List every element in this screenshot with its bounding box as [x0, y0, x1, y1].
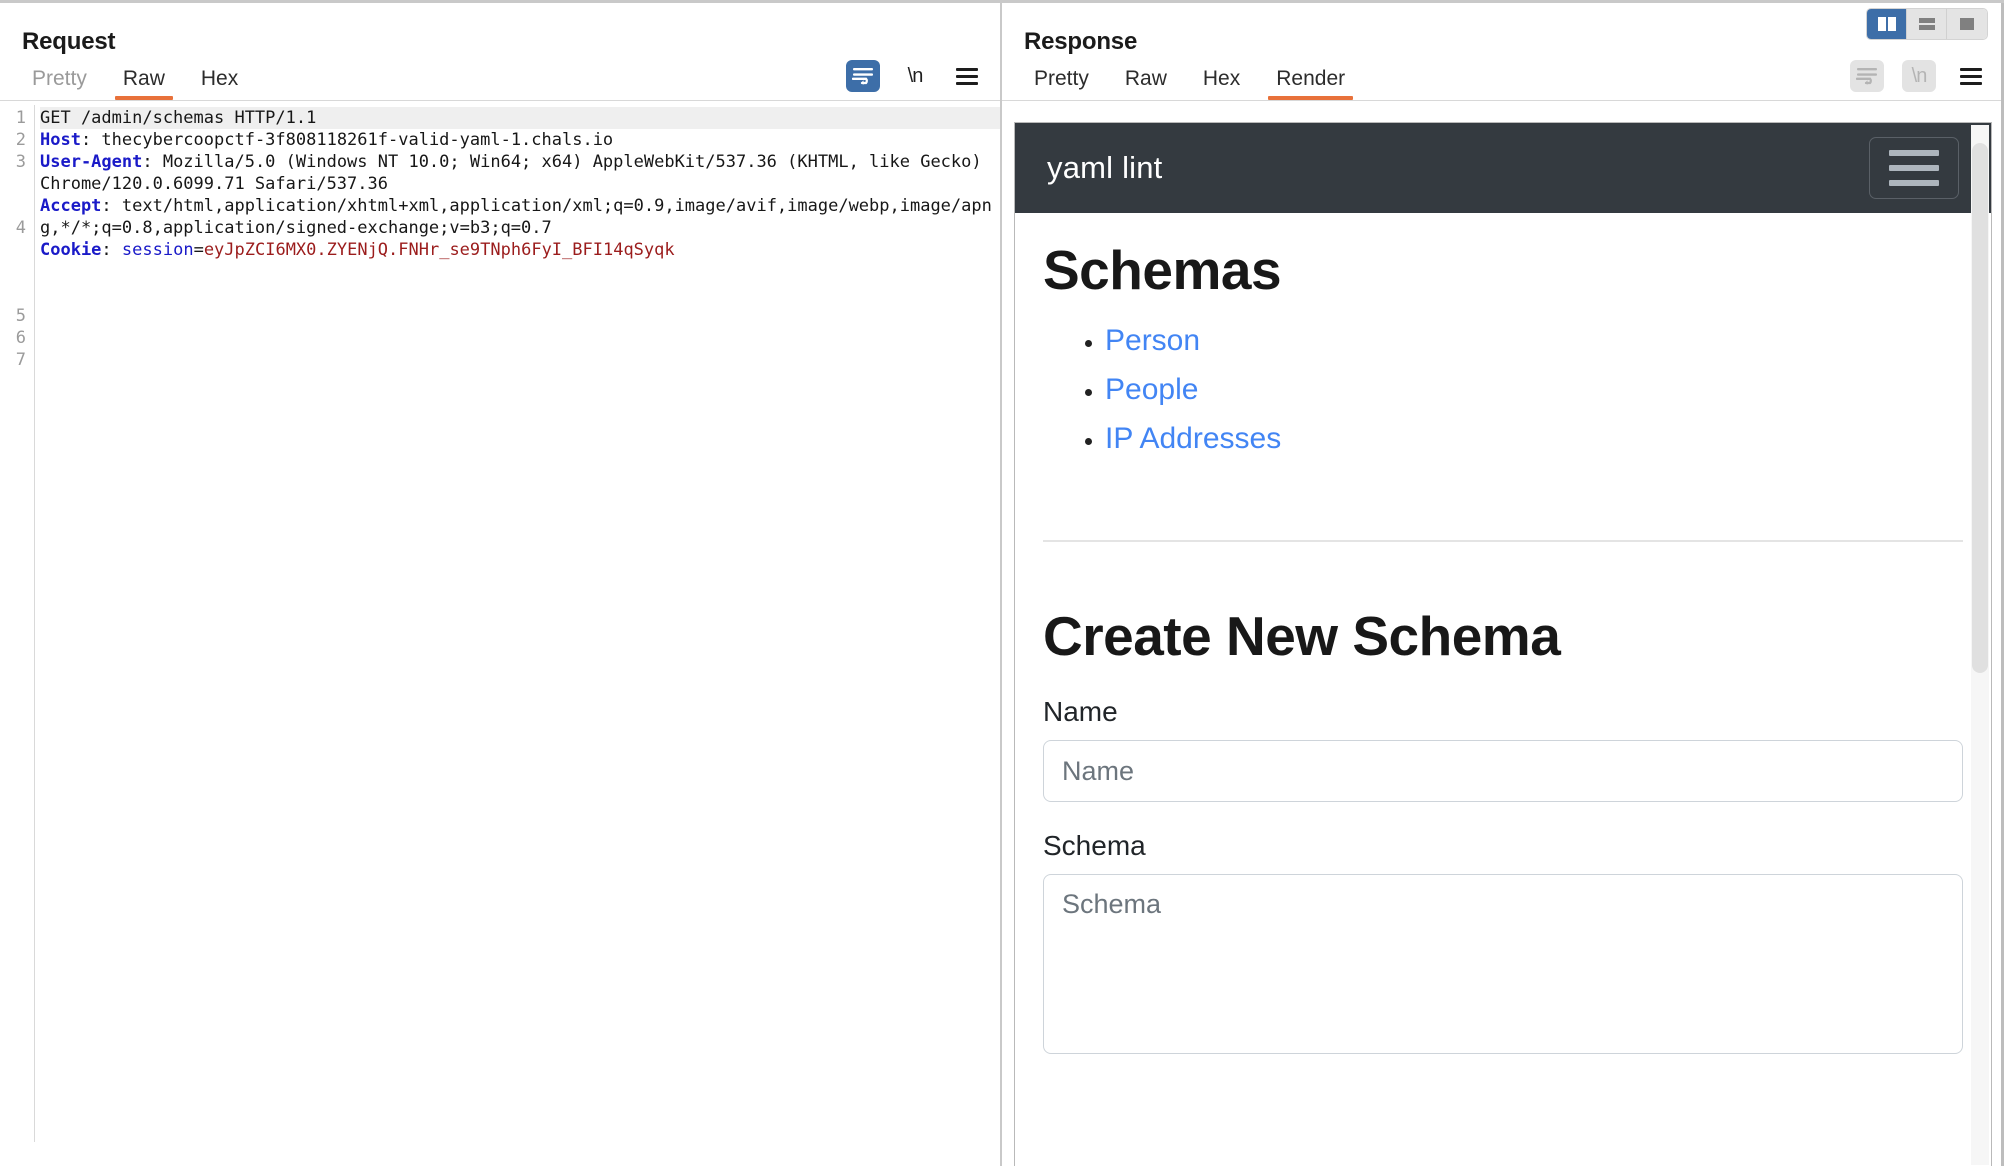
request-panel-title: Request	[22, 28, 116, 55]
navbar-brand[interactable]: yaml lint	[1047, 150, 1163, 186]
line-number: 7	[15, 350, 26, 370]
header-name-user-agent: User-Agent	[40, 152, 143, 172]
hamburger-menu-icon	[1960, 67, 1982, 85]
request-menu-button[interactable]	[950, 60, 984, 92]
name-input[interactable]	[1043, 740, 1963, 802]
response-tabbar: Pretty Raw Hex Render \n	[1002, 56, 2004, 101]
list-item: People	[1105, 373, 1963, 407]
create-new-schema-heading: Create New Schema	[1043, 605, 1561, 667]
site-navbar: yaml lint	[1015, 123, 1991, 213]
newline-toggle-button[interactable]: \n	[898, 60, 932, 92]
newline-label: \n	[1911, 65, 1928, 87]
newline-label: \n	[907, 65, 924, 87]
single-pane-icon	[1960, 18, 1974, 30]
list-item: IP Addresses	[1105, 422, 1963, 456]
response-tab-render[interactable]: Render	[1258, 68, 1363, 100]
header-value-user-agent: : Mozilla/5.0 (Windows NT 10.0; Win64; x…	[40, 152, 992, 194]
stacked-layout-button[interactable]	[1907, 9, 1947, 39]
word-wrap-icon[interactable]	[1850, 60, 1884, 92]
cookie-separator: :	[101, 240, 122, 260]
line-number: 3	[15, 152, 26, 172]
response-panel: Response Pretty Raw Hex Render \n yaml l…	[1002, 0, 2004, 1166]
request-line-3: User-Agent: Mozilla/5.0 (Windows NT 10.0…	[40, 151, 1000, 195]
request-tab-tools: \n	[846, 60, 984, 92]
response-tab-pretty[interactable]: Pretty	[1016, 68, 1107, 100]
request-panel: Request Pretty Raw Hex \n 1 2 3 4 5 6 7 …	[0, 0, 1002, 1166]
layout-toggle-group	[1866, 8, 1988, 40]
render-scrollbar[interactable]	[1971, 125, 1989, 1165]
line-number: 6	[15, 328, 26, 348]
header-name-cookie: Cookie	[40, 240, 102, 260]
response-tab-tools: \n	[1850, 60, 1988, 92]
request-line-4: Accept: text/html,application/xhtml+xml,…	[40, 195, 1000, 239]
schema-link-ip-addresses[interactable]: IP Addresses	[1105, 422, 1281, 455]
header-value-host: : thecybercoopctf-3f808118261f-valid-yam…	[80, 130, 614, 150]
request-line-2: Host: thecybercoopctf-3f808118261f-valid…	[40, 129, 1000, 151]
word-wrap-icon[interactable]	[846, 60, 880, 92]
page-content: Schemas Person People IP Addresses	[1015, 238, 1991, 1059]
line-number	[0, 261, 26, 283]
request-line-numbers: 1 2 3 4 5 6 7	[0, 105, 35, 1142]
side-by-side-layout-button[interactable]	[1867, 9, 1907, 39]
schema-link-list: Person People IP Addresses	[1043, 324, 1963, 456]
request-tabbar: Pretty Raw Hex \n	[0, 56, 1000, 101]
line-number: 2	[15, 130, 26, 150]
hamburger-menu-icon	[956, 67, 978, 85]
line-number: 1	[15, 108, 26, 128]
stacked-layout-icon	[1918, 18, 1935, 30]
response-tab-hex[interactable]: Hex	[1185, 68, 1258, 100]
line-number: 5	[15, 306, 26, 326]
line-number	[0, 239, 26, 261]
schema-link-people[interactable]: People	[1105, 373, 1198, 406]
response-menu-button[interactable]	[1954, 60, 1988, 92]
line-number: 4	[15, 218, 26, 238]
section-divider	[1043, 540, 1963, 542]
request-tab-raw[interactable]: Raw	[105, 68, 183, 100]
line-number	[0, 283, 26, 305]
newline-toggle-button[interactable]: \n	[1902, 60, 1936, 92]
schema-textarea[interactable]	[1043, 874, 1963, 1054]
response-tab-raw[interactable]: Raw	[1107, 68, 1185, 100]
request-tab-hex[interactable]: Hex	[183, 68, 256, 100]
schemas-heading: Schemas	[1043, 239, 1282, 301]
request-line-5: Cookie: session=eyJpZCI6MX0.ZYENjQ.FNHr_…	[40, 239, 1000, 261]
response-render-frame: yaml lint Schemas Person People IP Addre…	[1014, 122, 1992, 1166]
cookie-name-session: session	[121, 240, 194, 260]
request-line-1: GET /admin/schemas HTTP/1.1	[40, 107, 1000, 129]
header-name-accept: Accept	[40, 196, 102, 216]
name-field-label: Name	[1043, 696, 1118, 727]
schema-link-person[interactable]: Person	[1105, 324, 1200, 357]
line-number	[0, 195, 26, 217]
cookie-equals: =	[193, 240, 204, 260]
navbar-hamburger-menu-icon[interactable]	[1869, 137, 1959, 199]
line-number	[0, 173, 26, 195]
burp-repeater-window: Request Pretty Raw Hex \n 1 2 3 4 5 6 7 …	[0, 0, 2004, 1166]
request-tab-pretty[interactable]: Pretty	[14, 68, 105, 100]
window-top-border	[0, 0, 2004, 3]
list-item: Person	[1105, 324, 1963, 358]
header-value-accept: : text/html,application/xhtml+xml,applic…	[40, 196, 992, 238]
header-name-host: Host	[40, 130, 81, 150]
request-raw-editor[interactable]: 1 2 3 4 5 6 7 GET /admin/schemas HTTP/1.…	[0, 101, 1000, 1142]
response-panel-title: Response	[1024, 28, 1138, 55]
cookie-value-session: eyJpZCI6MX0.ZYENjQ.FNHr_se9TNph6FyI_BFI1…	[203, 240, 675, 260]
rendered-page: yaml lint Schemas Person People IP Addre…	[1015, 123, 1991, 1166]
schema-field-label: Schema	[1043, 830, 1146, 861]
side-by-side-icon	[1877, 17, 1896, 31]
render-scrollbar-thumb[interactable]	[1972, 143, 1988, 673]
request-raw-text[interactable]: GET /admin/schemas HTTP/1.1 Host: thecybe…	[35, 105, 1000, 1142]
single-pane-layout-button[interactable]	[1947, 9, 1987, 39]
